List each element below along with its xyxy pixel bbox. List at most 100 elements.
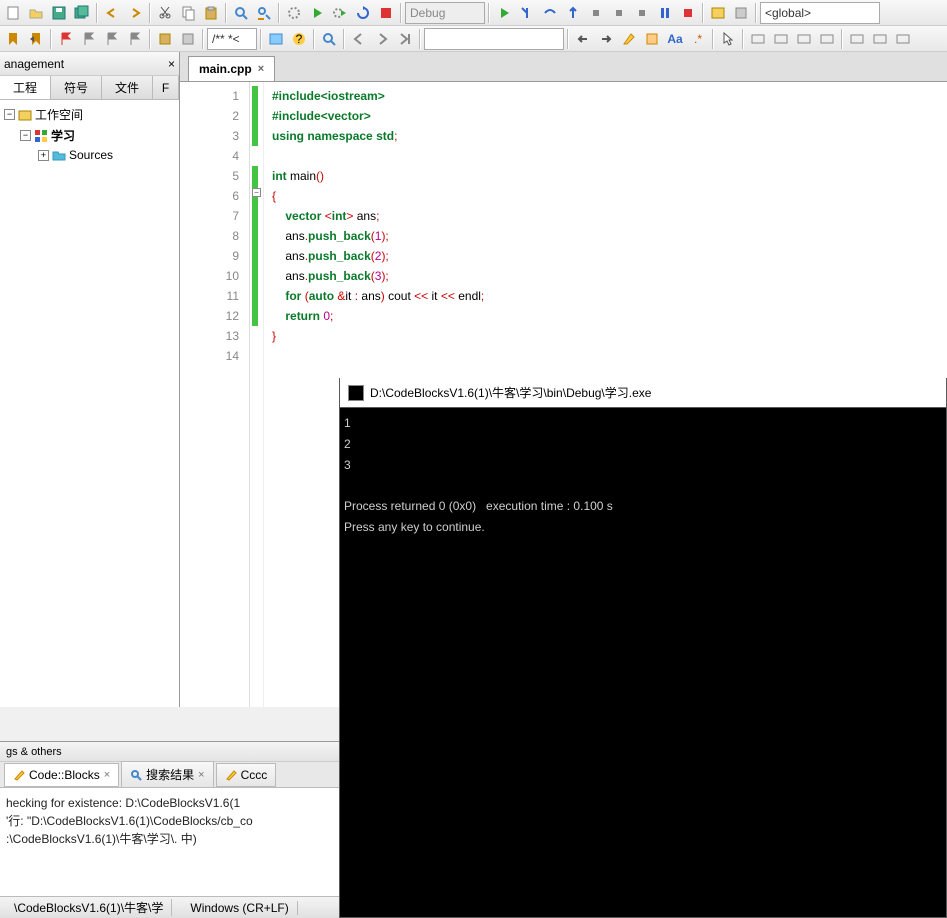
tree-project[interactable]: − 学习	[4, 125, 175, 146]
paste-button[interactable]	[200, 2, 222, 24]
pencil-icon	[13, 769, 25, 781]
cursor-button[interactable]	[717, 28, 739, 50]
rect6-button[interactable]	[869, 28, 891, 50]
nav-last-button[interactable]	[394, 28, 416, 50]
close-icon[interactable]: ×	[198, 769, 204, 781]
log-tab-cccc[interactable]: Cccc	[216, 763, 277, 787]
find-button[interactable]	[230, 2, 252, 24]
expand-icon[interactable]: −	[4, 109, 15, 120]
replace-button[interactable]	[253, 2, 275, 24]
scope-combo[interactable]: <global>	[760, 2, 880, 24]
arrow-right-button[interactable]	[595, 28, 617, 50]
comment-combo[interactable]: /** *<	[207, 28, 257, 50]
misc2-button[interactable]	[177, 28, 199, 50]
sidebar-tab-files[interactable]: 文件	[102, 76, 153, 99]
flag3-button[interactable]	[101, 28, 123, 50]
sidebar-tab-overflow[interactable]: F	[153, 76, 179, 99]
project-icon	[34, 129, 48, 143]
open-file-button[interactable]	[25, 2, 47, 24]
abort-button[interactable]	[375, 2, 397, 24]
step2-button[interactable]	[608, 2, 630, 24]
rect5-button[interactable]	[846, 28, 868, 50]
info-button[interactable]	[730, 2, 752, 24]
tree-workspace[interactable]: − 工作空间	[4, 104, 175, 125]
search-combo[interactable]	[424, 28, 564, 50]
step-over-button[interactable]	[539, 2, 561, 24]
step3-button[interactable]	[631, 2, 653, 24]
tree-project-label: 学习	[51, 127, 75, 144]
undo-button[interactable]	[101, 2, 123, 24]
rect4-button[interactable]	[816, 28, 838, 50]
console-window[interactable]: D:\CodeBlocksV1.6(1)\牛客\学习\bin\Debug\学习.…	[339, 378, 947, 918]
status-path: \CodeBlocksV1.6(1)\牛客\学	[6, 899, 172, 916]
sidebar-tab-project[interactable]: 工程	[0, 76, 51, 99]
build-button[interactable]	[283, 2, 305, 24]
copy-button[interactable]	[177, 2, 199, 24]
log-tab-codeblocks[interactable]: Code::Blocks ×	[4, 763, 119, 787]
file-tab-label: main.cpp	[199, 62, 252, 76]
flag2-button[interactable]	[78, 28, 100, 50]
management-sidebar: anagement × 工程 符号 文件 F − 工作空间 − 学习 + Sou	[0, 52, 180, 707]
sidebar-tabs: 工程 符号 文件 F	[0, 76, 179, 100]
misc1-button[interactable]	[154, 28, 176, 50]
pencil-icon	[225, 769, 237, 781]
save-all-button[interactable]	[71, 2, 93, 24]
bookmark-toggle-button[interactable]	[2, 28, 24, 50]
editor-tabbar: main.cpp ×	[180, 52, 947, 82]
build-run-button[interactable]	[329, 2, 351, 24]
debug-windows-button[interactable]	[707, 2, 729, 24]
flag1-button[interactable]	[55, 28, 77, 50]
close-icon[interactable]: ×	[104, 769, 110, 781]
tree-sources-label: Sources	[69, 148, 113, 162]
clear-highlight-button[interactable]	[641, 28, 663, 50]
cut-button[interactable]	[154, 2, 176, 24]
img1-button[interactable]	[265, 28, 287, 50]
redo-button[interactable]	[124, 2, 146, 24]
nav-back-button[interactable]	[348, 28, 370, 50]
stop-debug-button[interactable]	[677, 2, 699, 24]
arrow-left-button[interactable]	[572, 28, 594, 50]
folder-icon	[52, 148, 66, 162]
search-icon	[130, 769, 142, 781]
log-tab-search[interactable]: 搜索结果 ×	[121, 761, 213, 788]
rect3-button[interactable]	[793, 28, 815, 50]
help-button[interactable]: ?	[288, 28, 310, 50]
pause-button[interactable]	[654, 2, 676, 24]
save-button[interactable]	[48, 2, 70, 24]
highlight-button[interactable]	[618, 28, 640, 50]
run-button[interactable]	[306, 2, 328, 24]
bookmark-prev-button[interactable]	[25, 28, 47, 50]
console-titlebar[interactable]: D:\CodeBlocksV1.6(1)\牛客\学习\bin\Debug\学习.…	[340, 378, 946, 408]
rect2-button[interactable]	[770, 28, 792, 50]
nav-fwd-button[interactable]	[371, 28, 393, 50]
rect1-button[interactable]	[747, 28, 769, 50]
case-button[interactable]: Aa	[664, 28, 686, 50]
regex-button[interactable]: .*	[687, 28, 709, 50]
expand-icon[interactable]: −	[20, 130, 31, 141]
debug-run-button[interactable]	[493, 2, 515, 24]
sidebar-title: anagement	[4, 57, 64, 71]
sidebar-close-button[interactable]: ×	[168, 57, 175, 71]
expand-icon[interactable]: +	[38, 150, 49, 161]
line-numbers: 1234567891011121314	[180, 82, 250, 707]
flag4-button[interactable]	[124, 28, 146, 50]
workspace-icon	[18, 108, 32, 122]
scope-label: <global>	[765, 6, 811, 20]
step1-button[interactable]	[585, 2, 607, 24]
sidebar-tab-symbols[interactable]: 符号	[51, 76, 102, 99]
status-encoding: Windows (CR+LF)	[182, 901, 297, 915]
comment-label: /** *<	[212, 32, 240, 46]
step-into-button[interactable]	[516, 2, 538, 24]
sidebar-title-bar: anagement ×	[0, 52, 179, 76]
new-file-button[interactable]	[2, 2, 24, 24]
step-out-button[interactable]	[562, 2, 584, 24]
tree-sources[interactable]: + Sources	[4, 146, 175, 164]
fold-toggle[interactable]: −	[252, 188, 261, 197]
rect7-button[interactable]	[892, 28, 914, 50]
file-tab[interactable]: main.cpp ×	[188, 56, 275, 81]
build-target-combo[interactable]: Debug	[405, 2, 485, 24]
svg-text:?: ?	[296, 32, 303, 46]
rebuild-button[interactable]	[352, 2, 374, 24]
file-tab-close-button[interactable]: ×	[258, 63, 264, 75]
search-tool-button[interactable]	[318, 28, 340, 50]
